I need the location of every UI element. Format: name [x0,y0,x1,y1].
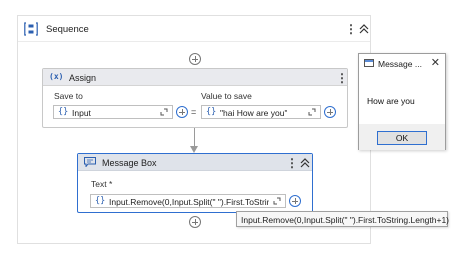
chevron-up-icon[interactable] [299,157,311,169]
assign-title: Assign [69,73,97,83]
message-box-title: Message Box [102,158,157,168]
dialog-title-bar[interactable]: Message ... ✕ [359,54,445,72]
sequence-header: Sequence ⋮ [18,16,370,42]
kebab-menu-icon[interactable]: ⋮ [286,156,298,170]
expand-editor-icon[interactable] [308,108,316,116]
expand-editor-icon[interactable] [273,197,281,205]
variable-icon: {} [206,107,217,117]
assign-activity[interactable]: (x) Assign ⋮ Save to Value to save {} In… [42,68,348,128]
chevron-up-icon[interactable] [358,23,370,35]
text-field[interactable]: {} Input.Remove(0,Input.Split(" ").First… [90,194,286,208]
expression-tooltip: Input.Remove(0,Input.Split(" ").First.To… [236,211,450,227]
close-icon[interactable]: ✕ [431,56,440,69]
save-to-label: Save to [54,91,83,101]
flow-arrow-icon [190,146,198,153]
tooltip-text: Input.Remove(0,Input.Split(" ").First.To… [241,215,450,225]
flow-connector [194,128,195,148]
sequence-icon [24,22,38,36]
text-label: Text * [91,179,113,189]
message-box-icon [84,157,96,167]
add-activity-button[interactable] [189,216,201,228]
message-box-header: Message Box ⋮ [78,154,312,171]
value-to-save-value: "hai How are you" [220,108,288,118]
variable-icon: {} [95,196,106,206]
sequence-title: Sequence [46,24,89,35]
dialog-title: Message ... [378,59,422,69]
kebab-menu-icon[interactable]: ⋮ [336,71,348,85]
assign-header: (x) Assign ⋮ [43,69,348,86]
window-icon [364,59,374,67]
dialog-message: How are you [367,96,415,106]
ok-button[interactable]: OK [377,131,427,145]
plus-circle-icon[interactable] [324,106,336,118]
save-to-field[interactable]: {} Input [53,105,173,119]
equals-sign: = [191,107,197,117]
save-to-value: Input [72,108,91,118]
plus-circle-icon[interactable] [289,195,301,207]
expand-editor-icon[interactable] [160,108,168,116]
message-box-activity[interactable]: Message Box ⋮ Text * {} Input.Remove(0,I… [77,153,313,213]
variable-icon: {} [58,107,69,117]
value-to-save-label: Value to save [201,91,252,101]
assign-icon: (x) [49,72,64,81]
plus-circle-icon[interactable] [176,106,188,118]
kebab-menu-icon[interactable]: ⋮ [345,22,357,36]
message-dialog[interactable]: Message ... ✕ How are you OK [358,53,446,150]
text-value: Input.Remove(0,Input.Split(" ").First.To… [109,197,269,207]
value-to-save-field[interactable]: {} "hai How are you" [201,105,321,119]
add-activity-button[interactable] [189,53,201,65]
